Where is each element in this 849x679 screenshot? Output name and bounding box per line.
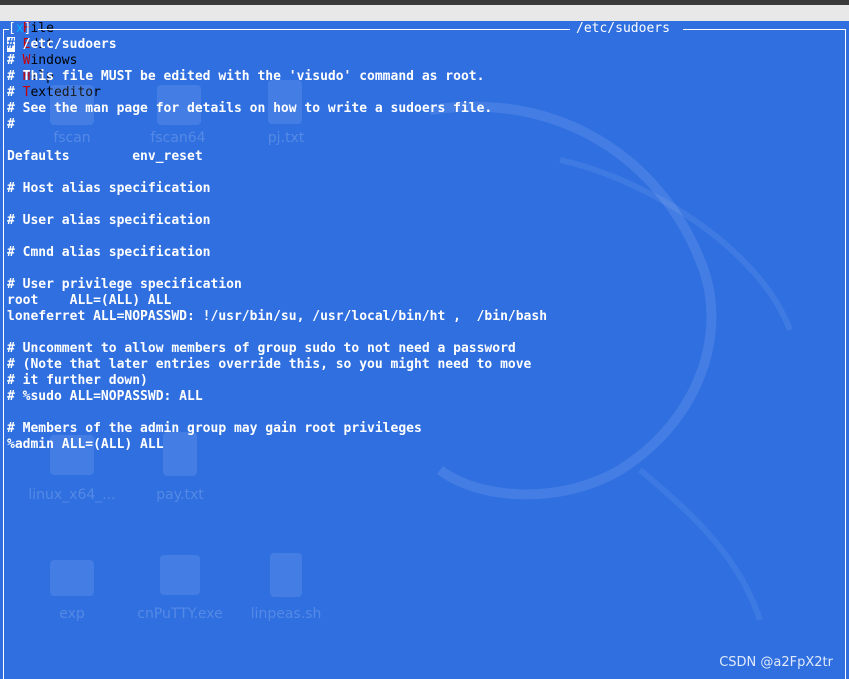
text-editor-area[interactable]: # /etc/sudoers # # This file MUST be edit… (7, 37, 843, 657)
editor-line: # (7, 85, 15, 100)
editor-line: # it further down) (7, 373, 148, 388)
text-cursor: # (7, 37, 15, 52)
editor-line: loneferret ALL=NOPASSWD: !/usr/bin/su, /… (7, 309, 548, 324)
editor-line: # Cmnd alias specification (7, 245, 211, 260)
window-frame-left (3, 29, 4, 679)
editor-line: # Host alias specification (7, 181, 211, 196)
editor-line: # User alias specification (7, 213, 211, 228)
editor-line: # (7, 117, 15, 132)
editor-line: # See the man page for details on how to… (7, 101, 493, 116)
editor-line: # (7, 53, 15, 68)
window-title: /etc/sudoers (570, 21, 676, 37)
editor-line: # Members of the admin group may gain ro… (7, 421, 422, 436)
window-frame-right (845, 29, 846, 679)
editor-lines: # # This file MUST be edited with the 'vi… (7, 53, 843, 453)
frame-line-mid (38, 29, 570, 30)
menu-bar: File Edit Windows Help Texteditor (0, 5, 849, 100)
editor-line: # /etc/sudoers (7, 37, 117, 52)
editor-line: Defaults env_reset (7, 149, 203, 164)
editor-line: # This file MUST be edited with the 'vis… (7, 69, 485, 84)
editor-line: # (Note that later entries override this… (7, 357, 532, 372)
editor-line: # User privilege specification (7, 277, 242, 292)
close-icon: x (15, 21, 24, 36)
window-frame-top: [x] /etc/sudoers (0, 21, 849, 37)
window-close-button[interactable]: [x] (8, 21, 31, 37)
editor-line: # Uncomment to allow members of group su… (7, 341, 516, 356)
editor-line: # %sudo ALL=NOPASSWD: ALL (7, 389, 203, 404)
watermark: CSDN @a2FpX2tr (719, 655, 833, 670)
editor-line: %admin ALL=(ALL) ALL (7, 437, 164, 452)
editor-line: root ALL=(ALL) ALL (7, 293, 172, 308)
frame-line-right (683, 29, 846, 30)
